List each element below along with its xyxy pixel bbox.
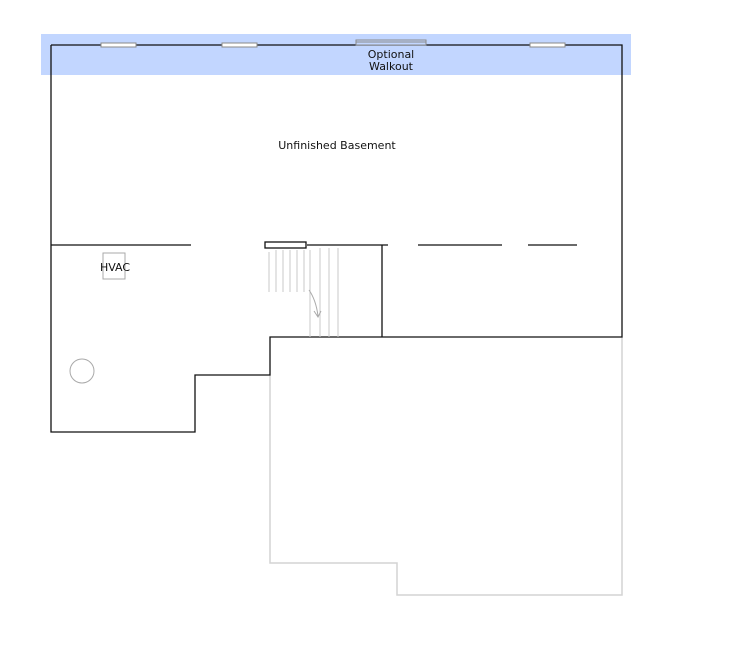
walkout-label-line2: Walkout	[369, 60, 414, 73]
upper-floor-ghost-outline	[269, 337, 623, 596]
staircase	[268, 248, 339, 337]
exterior-wall	[50, 44, 623, 433]
stair-direction-arrow	[308, 289, 322, 318]
basement-floor-plan: Optional Walkout Unfinished Basement HVA…	[41, 34, 631, 596]
hvac-label: HVAC	[100, 261, 130, 274]
window-4	[529, 42, 566, 48]
optional-walkout-highlight[interactable]	[41, 34, 631, 75]
window-1	[100, 42, 137, 48]
stair-header-beam	[264, 241, 307, 249]
water-heater-icon	[69, 358, 95, 384]
room-label-unfinished-basement: Unfinished Basement	[278, 139, 396, 152]
window-2	[221, 42, 258, 48]
